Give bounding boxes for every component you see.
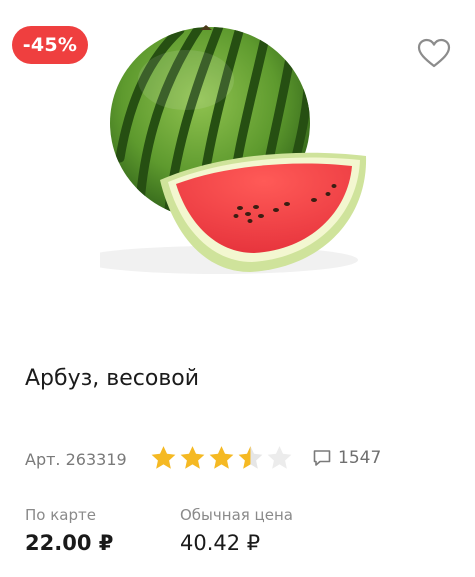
watermelon-image: [100, 25, 367, 274]
comment-icon: [313, 450, 331, 466]
star-icon: [209, 446, 234, 469]
product-title: Арбуз, весовой: [25, 366, 200, 391]
regular-price-value: 40.42 ₽: [180, 531, 261, 555]
star-half-icon: [238, 446, 263, 469]
star-icon: [151, 446, 176, 469]
favorite-button[interactable]: [414, 34, 454, 72]
card-price-label: По карте: [25, 506, 96, 524]
product-card[interactable]: -45% Арбуз, весовой Арт. 263319 1547 По …: [0, 0, 475, 577]
card-price-block: По карте 22.00 ₽: [25, 506, 113, 555]
reviews-count: 1547: [338, 448, 382, 468]
reviews-link[interactable]: 1547: [312, 448, 381, 468]
product-image-area[interactable]: -45%: [0, 0, 475, 320]
discount-badge: -45%: [12, 26, 88, 64]
article-number: Арт. 263319: [25, 450, 127, 469]
star-icon: [180, 446, 205, 469]
regular-price-label: Обычная цена: [180, 506, 293, 524]
product-meta-row: Арт. 263319 1547: [25, 442, 465, 476]
heart-icon: [417, 38, 451, 68]
card-price-value: 22.00 ₽: [25, 531, 114, 555]
regular-price-block: Обычная цена 40.42 ₽: [180, 506, 293, 555]
star-empty-icon: [267, 446, 292, 469]
rating-stars[interactable]: [149, 444, 294, 472]
